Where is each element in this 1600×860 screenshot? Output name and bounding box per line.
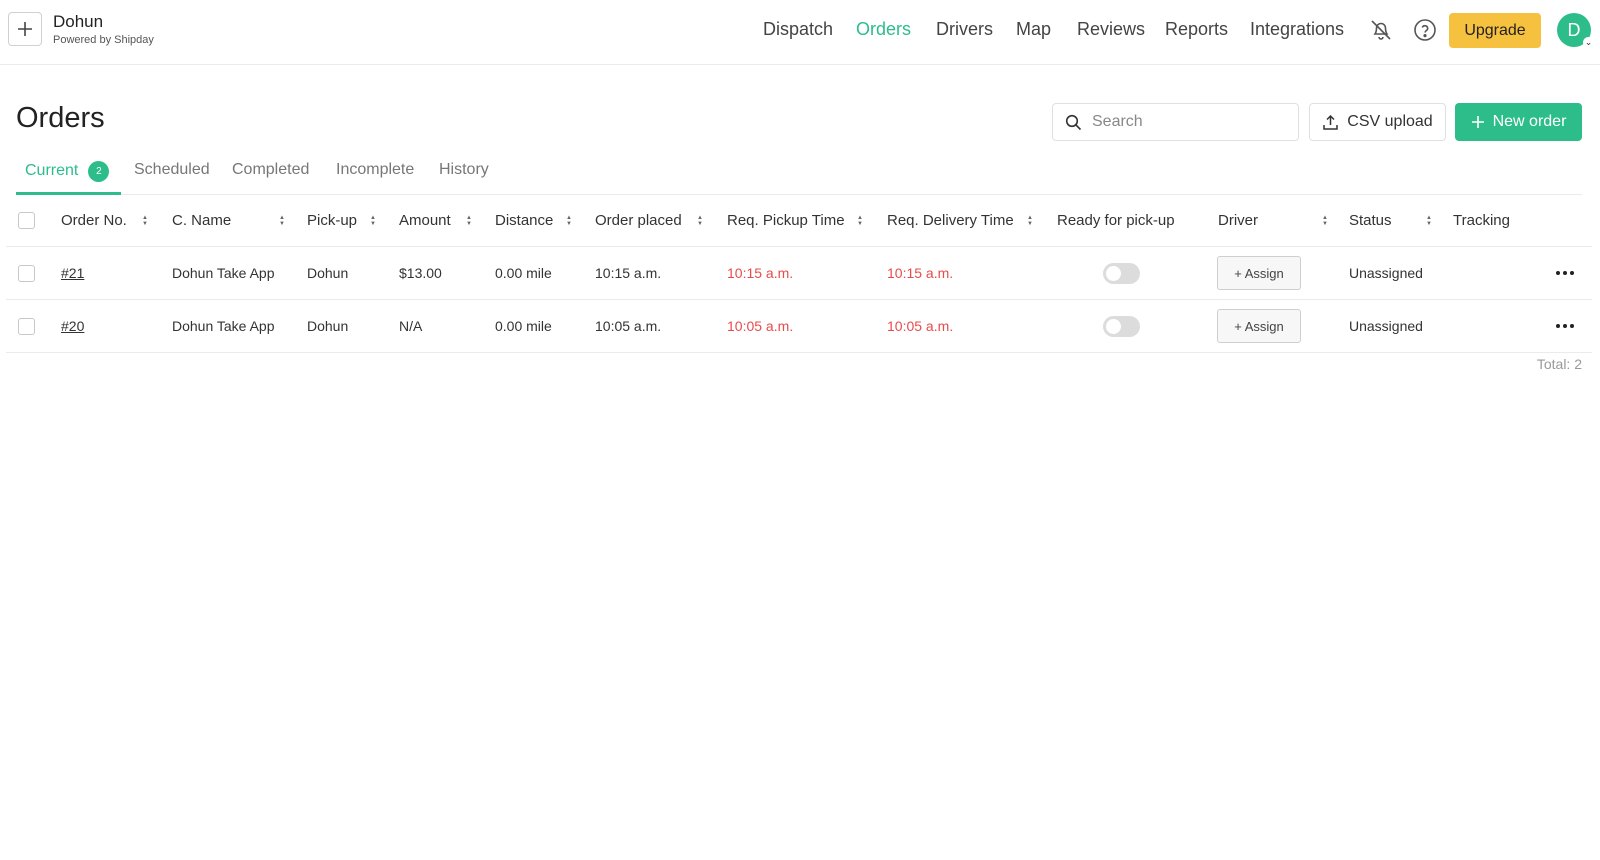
sort-icon[interactable]: ▲ ▼ — [1426, 195, 1432, 246]
csv-upload-label: CSV upload — [1347, 113, 1433, 130]
tab-label: Current — [25, 162, 79, 179]
brand-name: Dohun — [53, 12, 104, 31]
toggle-knob — [1106, 318, 1121, 334]
row-checkbox[interactable] — [18, 317, 35, 335]
brand-subtitle: Powered by Shipday — [53, 34, 154, 46]
col-tracking: Tracking — [1453, 212, 1510, 229]
assign-driver-button[interactable]: + Assign — [1217, 309, 1301, 343]
col-req-pickup[interactable]: Req. Pickup Time — [727, 195, 845, 246]
toggle-knob — [1106, 265, 1121, 281]
orders-table: Order No. ▲ ▼ C. Name ▲ ▼ Pick-up ▲ ▼ Amoun… — [6, 195, 1592, 353]
search-icon — [1065, 114, 1082, 130]
upload-icon — [1323, 114, 1339, 130]
add-button[interactable] — [8, 12, 42, 46]
sort-icon[interactable]: ▲ ▼ — [697, 195, 703, 246]
search-input[interactable] — [1092, 113, 1282, 131]
order-tabs: Current 2 Scheduled Completed Incomplete … — [16, 157, 1582, 195]
search-box[interactable] — [1052, 103, 1299, 141]
sort-icon[interactable]: ▲ ▼ — [566, 195, 572, 246]
col-order-no[interactable]: Order No. — [61, 195, 127, 246]
plus-icon — [1471, 116, 1484, 128]
tab-completed[interactable]: Completed — [232, 161, 309, 179]
upgrade-button[interactable]: Upgrade — [1449, 13, 1541, 48]
chevron-down-icon: ⌄ — [1583, 37, 1594, 48]
table-total: Total: 2 — [1536, 356, 1582, 372]
order-number-link[interactable]: #20 — [61, 318, 84, 334]
order-distance: 0.00 mile — [495, 318, 552, 334]
sort-icon[interactable]: ▲ ▼ — [466, 195, 472, 246]
more-options-icon[interactable] — [1556, 324, 1574, 328]
table-row[interactable]: #20 Dohun Take App Dohun N/A 0.00 mile 1… — [6, 300, 1592, 353]
col-driver[interactable]: Driver — [1218, 195, 1258, 246]
nav-reports[interactable]: Reports — [1165, 19, 1228, 40]
avatar-initial: D — [1567, 19, 1581, 40]
col-ready: Ready for pick-up — [1057, 212, 1175, 229]
nav-orders[interactable]: Orders — [856, 19, 911, 40]
count-badge: 2 — [88, 161, 110, 182]
customer-name: Dohun Take App — [172, 265, 275, 281]
help-icon[interactable] — [1412, 17, 1438, 43]
new-order-button[interactable]: New order — [1455, 103, 1582, 141]
assign-driver-button[interactable]: + Assign — [1217, 256, 1301, 290]
req-delivery-time: 10:05 a.m. — [887, 318, 954, 334]
brand: Dohun Powered by Shipday — [53, 12, 154, 48]
sort-icon[interactable]: ▲ ▼ — [1027, 195, 1033, 246]
nav-map[interactable]: Map — [1016, 19, 1051, 40]
ready-toggle[interactable] — [1103, 262, 1140, 284]
page-title: Orders — [16, 102, 105, 134]
avatar[interactable]: D ⌄ — [1557, 13, 1594, 48]
plus-icon — [18, 22, 32, 36]
ready-toggle[interactable] — [1103, 315, 1140, 337]
sort-icon[interactable]: ▲ ▼ — [279, 195, 285, 246]
order-distance: 0.00 mile — [495, 265, 552, 281]
nav-dispatch[interactable]: Dispatch — [763, 19, 833, 40]
tab-history[interactable]: History — [439, 161, 489, 179]
col-distance[interactable]: Distance — [495, 195, 553, 246]
sort-icon[interactable]: ▲ ▼ — [857, 195, 863, 246]
col-amount[interactable]: Amount — [399, 195, 451, 246]
bell-off-icon[interactable] — [1368, 17, 1394, 43]
select-all-checkbox[interactable] — [18, 212, 35, 229]
order-amount: N/A — [399, 318, 423, 334]
nav-integrations[interactable]: Integrations — [1250, 19, 1344, 40]
col-order-placed[interactable]: Order placed — [595, 195, 682, 246]
nav-reviews[interactable]: Reviews — [1077, 19, 1145, 40]
pickup-location: Dohun — [307, 265, 349, 281]
row-checkbox[interactable] — [18, 264, 35, 282]
order-placed-time: 10:05 a.m. — [595, 318, 662, 334]
new-order-label: New order — [1492, 113, 1567, 130]
table-row[interactable]: #21 Dohun Take App Dohun $13.00 0.00 mil… — [6, 247, 1592, 300]
col-req-delivery[interactable]: Req. Delivery Time — [887, 195, 1014, 246]
col-customer-name[interactable]: C. Name — [172, 195, 231, 246]
req-delivery-time: 10:15 a.m. — [887, 265, 954, 281]
tab-scheduled[interactable]: Scheduled — [134, 161, 210, 179]
req-pickup-time: 10:15 a.m. — [727, 265, 794, 281]
sort-icon[interactable]: ▲ ▼ — [370, 195, 376, 246]
table-header: Order No. ▲ ▼ C. Name ▲ ▼ Pick-up ▲ ▼ Amoun… — [6, 195, 1592, 247]
nav-drivers[interactable]: Drivers — [936, 19, 993, 40]
more-options-icon[interactable] — [1556, 271, 1574, 275]
top-bar: Dohun Powered by Shipday Dispatch Orders… — [0, 0, 1600, 65]
sort-icon[interactable]: ▲ ▼ — [142, 195, 148, 246]
tab-current[interactable]: Current 2 — [25, 161, 110, 182]
order-number-link[interactable]: #21 — [61, 265, 84, 281]
order-amount: $13.00 — [399, 265, 442, 281]
col-status[interactable]: Status — [1349, 195, 1392, 246]
customer-name: Dohun Take App — [172, 318, 275, 334]
order-status: Unassigned — [1349, 318, 1423, 334]
req-pickup-time: 10:05 a.m. — [727, 318, 794, 334]
col-pickup[interactable]: Pick-up — [307, 195, 357, 246]
sort-icon[interactable]: ▲ ▼ — [1322, 195, 1328, 246]
order-status: Unassigned — [1349, 265, 1423, 281]
order-placed-time: 10:15 a.m. — [595, 265, 662, 281]
pickup-location: Dohun — [307, 318, 349, 334]
tab-incomplete[interactable]: Incomplete — [336, 161, 414, 179]
csv-upload-button[interactable]: CSV upload — [1309, 103, 1446, 141]
